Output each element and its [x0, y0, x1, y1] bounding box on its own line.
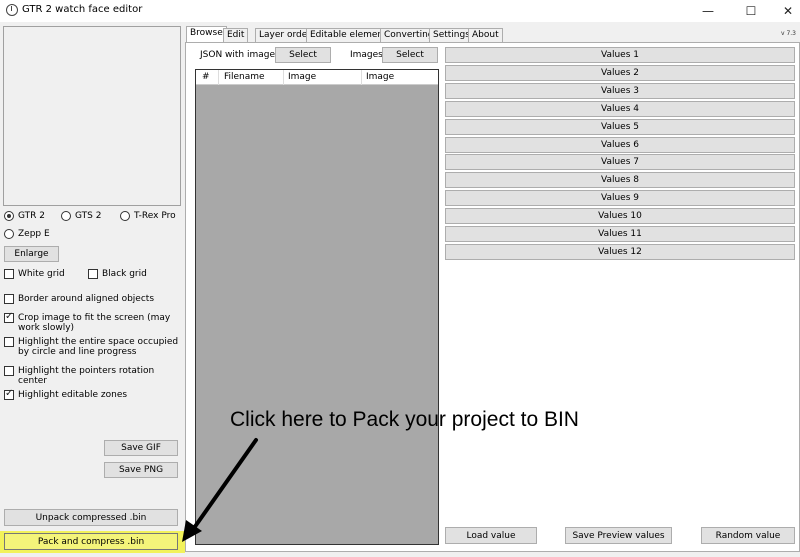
annotation-arrow: [182, 438, 258, 542]
